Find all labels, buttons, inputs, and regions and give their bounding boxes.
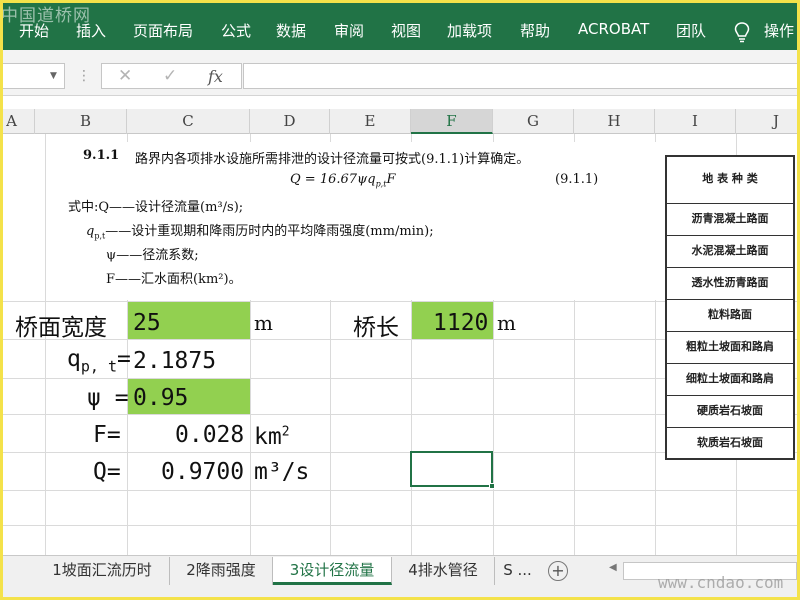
column-header-i[interactable]: I: [655, 109, 736, 134]
tab-view[interactable]: 视图: [391, 20, 421, 41]
q-label[interactable]: Q=: [93, 459, 121, 485]
excel-window: 中国道桥网 开始 插入 页面布局 公式 数据 审阅 视图 加载项 帮助 ACRO…: [3, 3, 797, 597]
table-row: 水泥混凝土路面: [667, 235, 793, 267]
insert-function-icon[interactable]: fx: [208, 67, 223, 86]
enter-icon[interactable]: ✓: [163, 66, 177, 86]
psi-value[interactable]: 0.95: [133, 385, 188, 411]
chevron-down-icon[interactable]: ▼: [50, 71, 57, 81]
where-qpt: qp,t——设计重现期和降雨历时内的平均降雨强度(mm/min);: [86, 224, 434, 241]
column-headers: A B C D E F G H I J: [3, 109, 797, 134]
sheet-tab-2[interactable]: 2降雨强度: [170, 557, 273, 585]
bridge-width-unit[interactable]: m: [254, 311, 273, 335]
clause-title: 路界内各项排水设施所需排泄的设计径流量可按式(9.1.1)计算确定。: [135, 152, 530, 167]
where-f: F——汇水面积(km²)。: [106, 272, 242, 287]
tab-review[interactable]: 审阅: [334, 20, 364, 41]
cancel-icon[interactable]: ✕: [118, 66, 132, 86]
psi-label[interactable]: ψ =: [87, 385, 129, 411]
column-header-a[interactable]: A: [3, 109, 35, 134]
f-label[interactable]: F=: [93, 422, 121, 448]
column-header-j[interactable]: J: [736, 109, 797, 134]
sheet-tab-4[interactable]: 4排水管径: [392, 557, 495, 585]
formula-bar: ▼ ⋮ ✕ ✓ fx: [3, 50, 797, 96]
clause-number: 9.1.1: [83, 148, 120, 163]
table-row: 软质岩石坡面: [667, 427, 793, 458]
table-row: 粗粒土坡面和路肩: [667, 331, 793, 363]
worksheet-grid[interactable]: 9.1.1 路界内各项排水设施所需排泄的设计径流量可按式(9.1.1)计算确定。…: [3, 134, 797, 559]
surface-type-table: 地 表 种 类 沥青混凝土路面 水泥混凝土路面 透水性沥青路面 粒料路面 粗粒土…: [665, 155, 795, 460]
sheet-tab-1[interactable]: 1坡面汇流历时: [35, 557, 170, 585]
lightbulb-icon[interactable]: [733, 21, 751, 43]
formula-text: Q = 16.67ψqp,tF: [290, 172, 396, 189]
q-unit[interactable]: m³/s: [254, 459, 309, 485]
column-header-d[interactable]: D: [250, 109, 330, 134]
f-unit[interactable]: km2: [254, 424, 290, 450]
selected-cell[interactable]: [410, 451, 493, 487]
where-psi: ψ——径流系数;: [106, 248, 199, 263]
qpt-label[interactable]: qp, t=: [67, 346, 131, 376]
tab-data[interactable]: 数据: [276, 20, 306, 41]
formula-buttons: ✕ ✓ fx: [101, 63, 242, 89]
bridge-length-label[interactable]: 桥长: [353, 308, 399, 342]
tab-insert[interactable]: 插入: [76, 20, 106, 41]
q-value[interactable]: 0.9700: [161, 459, 244, 485]
tab-team[interactable]: 团队: [676, 20, 706, 41]
column-header-c[interactable]: C: [127, 109, 250, 134]
bridge-length-unit[interactable]: m: [497, 311, 516, 335]
where-q: 式中:Q——设计径流量(m³/s);: [68, 200, 244, 215]
column-header-h[interactable]: H: [574, 109, 655, 134]
bridge-width-label[interactable]: 桥面宽度: [15, 308, 107, 342]
formula-number: (9.1.1): [555, 172, 599, 187]
column-header-f[interactable]: F: [411, 109, 493, 134]
tab-formulas[interactable]: 公式: [221, 20, 251, 41]
fill-handle[interactable]: [489, 483, 495, 489]
tab-acrobat[interactable]: ACROBAT: [578, 20, 649, 38]
table-row: 细粒土坡面和路肩: [667, 363, 793, 395]
tell-me-label[interactable]: 操作: [764, 20, 794, 41]
f-value[interactable]: 0.028: [175, 422, 244, 448]
ribbon-tabs: 中国道桥网 开始 插入 页面布局 公式 数据 审阅 视图 加载项 帮助 ACRO…: [3, 3, 797, 50]
table-row: 粒料路面: [667, 299, 793, 331]
sheet-tab-3[interactable]: 3设计径流量: [273, 557, 392, 585]
table-row: 沥青混凝土路面: [667, 203, 793, 235]
table-header: 地 表 种 类: [702, 172, 758, 185]
watermark-text: www.cndao.com: [658, 573, 784, 592]
bridge-length-value[interactable]: 1120: [433, 310, 488, 336]
qpt-value[interactable]: 2.1875: [133, 348, 216, 374]
tab-page-layout[interactable]: 页面布局: [133, 20, 193, 41]
bridge-width-value[interactable]: 25: [133, 310, 161, 336]
column-header-b[interactable]: B: [45, 109, 127, 134]
tab-add-ins[interactable]: 加载项: [447, 20, 492, 41]
drag-handle-icon[interactable]: ⋮: [77, 68, 91, 84]
formula-input[interactable]: [243, 63, 797, 89]
table-row: 硬质岩石坡面: [667, 395, 793, 427]
name-box[interactable]: ▼: [3, 63, 65, 89]
table-row: 透水性沥青路面: [667, 267, 793, 299]
tab-home[interactable]: 开始: [19, 20, 49, 41]
sheet-tab-more[interactable]: S ...: [495, 557, 540, 585]
tab-help[interactable]: 帮助: [520, 20, 550, 41]
scroll-left-icon[interactable]: ◀: [609, 562, 617, 573]
add-sheet-icon[interactable]: +: [548, 561, 568, 581]
column-header-e[interactable]: E: [330, 109, 411, 134]
column-header-g[interactable]: G: [493, 109, 574, 134]
reference-image: 9.1.1 路界内各项排水设施所需排泄的设计径流量可按式(9.1.1)计算确定。…: [58, 142, 658, 300]
